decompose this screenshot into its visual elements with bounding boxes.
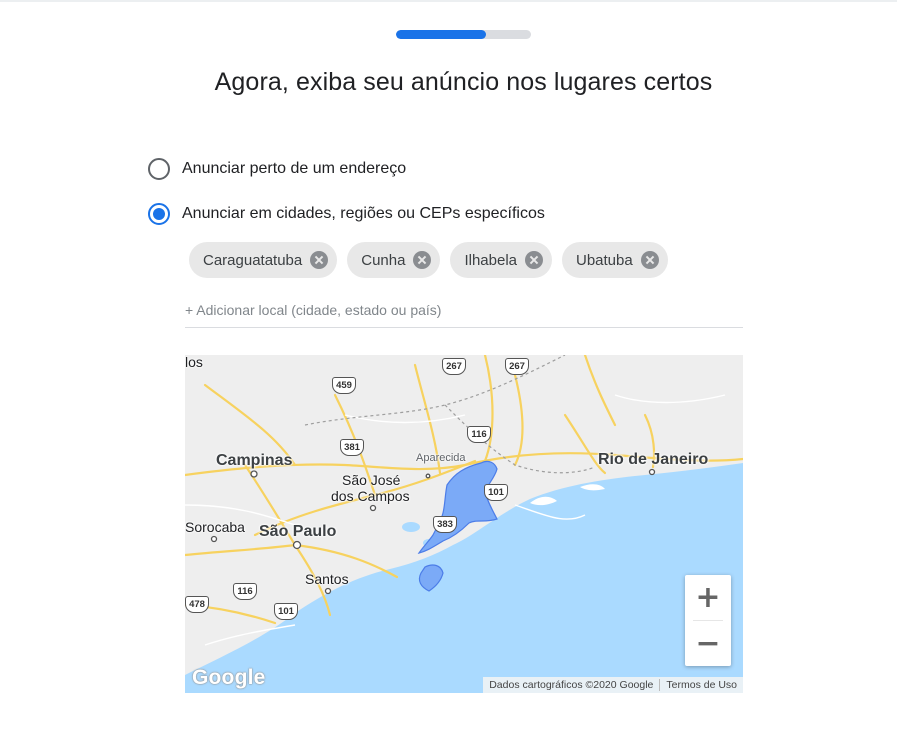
road-shield-459: 459 (332, 377, 356, 394)
zoom-controls: + − (685, 575, 731, 666)
radio-specific-places[interactable] (148, 203, 170, 225)
road-shield-101: 101 (274, 603, 298, 620)
option-specific-places[interactable]: Anunciar em cidades, regiões ou CEPs esp… (148, 203, 545, 225)
map-label-campinas: Campinas (216, 452, 293, 469)
map-label-rio-de-janeiro: Rio de Janeiro (598, 451, 709, 468)
radio-near-address[interactable] (148, 158, 170, 180)
remove-chip-icon[interactable] (640, 251, 659, 269)
location-chips: Caraguatatuba Cunha Ilhabela Ubatuba (189, 242, 678, 278)
zoom-in-button[interactable]: + (685, 575, 731, 620)
map-label-partial: los (185, 355, 203, 370)
map-label-sao-jose-line1: São José (342, 472, 401, 488)
terms-of-use-link[interactable]: Termos de Uso (660, 679, 743, 691)
road-shield-116: 116 (233, 583, 257, 600)
progress-fill (396, 30, 487, 39)
map-data-credit: Dados cartográficos ©2020 Google (489, 679, 654, 691)
map-label-santos: Santos (305, 571, 349, 587)
road-shield-478: 478 (185, 596, 209, 613)
road-shield-267: 267 (442, 358, 466, 375)
option-near-address[interactable]: Anunciar perto de um endereço (148, 158, 406, 180)
map-label-aparecida: Aparecida (416, 452, 466, 464)
chip-label: Ilhabela (464, 251, 517, 269)
chip-cunha: Cunha (347, 242, 441, 278)
zoom-out-button[interactable]: − (685, 621, 731, 666)
add-location-input[interactable] (185, 301, 743, 318)
map-label-sao-jose-line2: dos Campos (331, 488, 410, 504)
map[interactable]: los Campinas São Paulo Sorocaba Santos S… (185, 355, 743, 693)
map-label-sorocaba: Sorocaba (185, 519, 245, 535)
chip-ubatuba: Ubatuba (562, 242, 668, 278)
page-title: Agora, exiba seu anúncio nos lugares cer… (214, 68, 713, 96)
road-shield-267: 267 (505, 358, 529, 375)
road-shield-381: 381 (340, 439, 364, 456)
road-shield-383: 383 (433, 516, 457, 533)
top-divider (0, 0, 897, 2)
chip-label: Caraguatatuba (203, 251, 303, 269)
remove-chip-icon[interactable] (310, 251, 329, 269)
add-location-field[interactable] (185, 292, 743, 328)
option-specific-places-label: Anunciar em cidades, regiões ou CEPs esp… (182, 205, 545, 222)
chip-caraguatatuba: Caraguatatuba (189, 242, 338, 278)
map-label-sao-paulo: São Paulo (259, 523, 337, 540)
chip-ilhabela: Ilhabela (450, 242, 552, 278)
road-shield-101: 101 (484, 484, 508, 501)
remove-chip-icon[interactable] (525, 251, 543, 269)
road-shield-116: 116 (467, 426, 491, 443)
google-logo: Google (192, 666, 266, 689)
option-near-address-label: Anunciar perto de um endereço (182, 160, 407, 177)
chip-label: Cunha (361, 251, 406, 269)
map-attribution: Dados cartográficos ©2020 Google Termos … (483, 677, 743, 693)
chip-label: Ubatuba (576, 251, 633, 269)
progress-bar (396, 30, 531, 39)
remove-chip-icon[interactable] (413, 251, 432, 269)
